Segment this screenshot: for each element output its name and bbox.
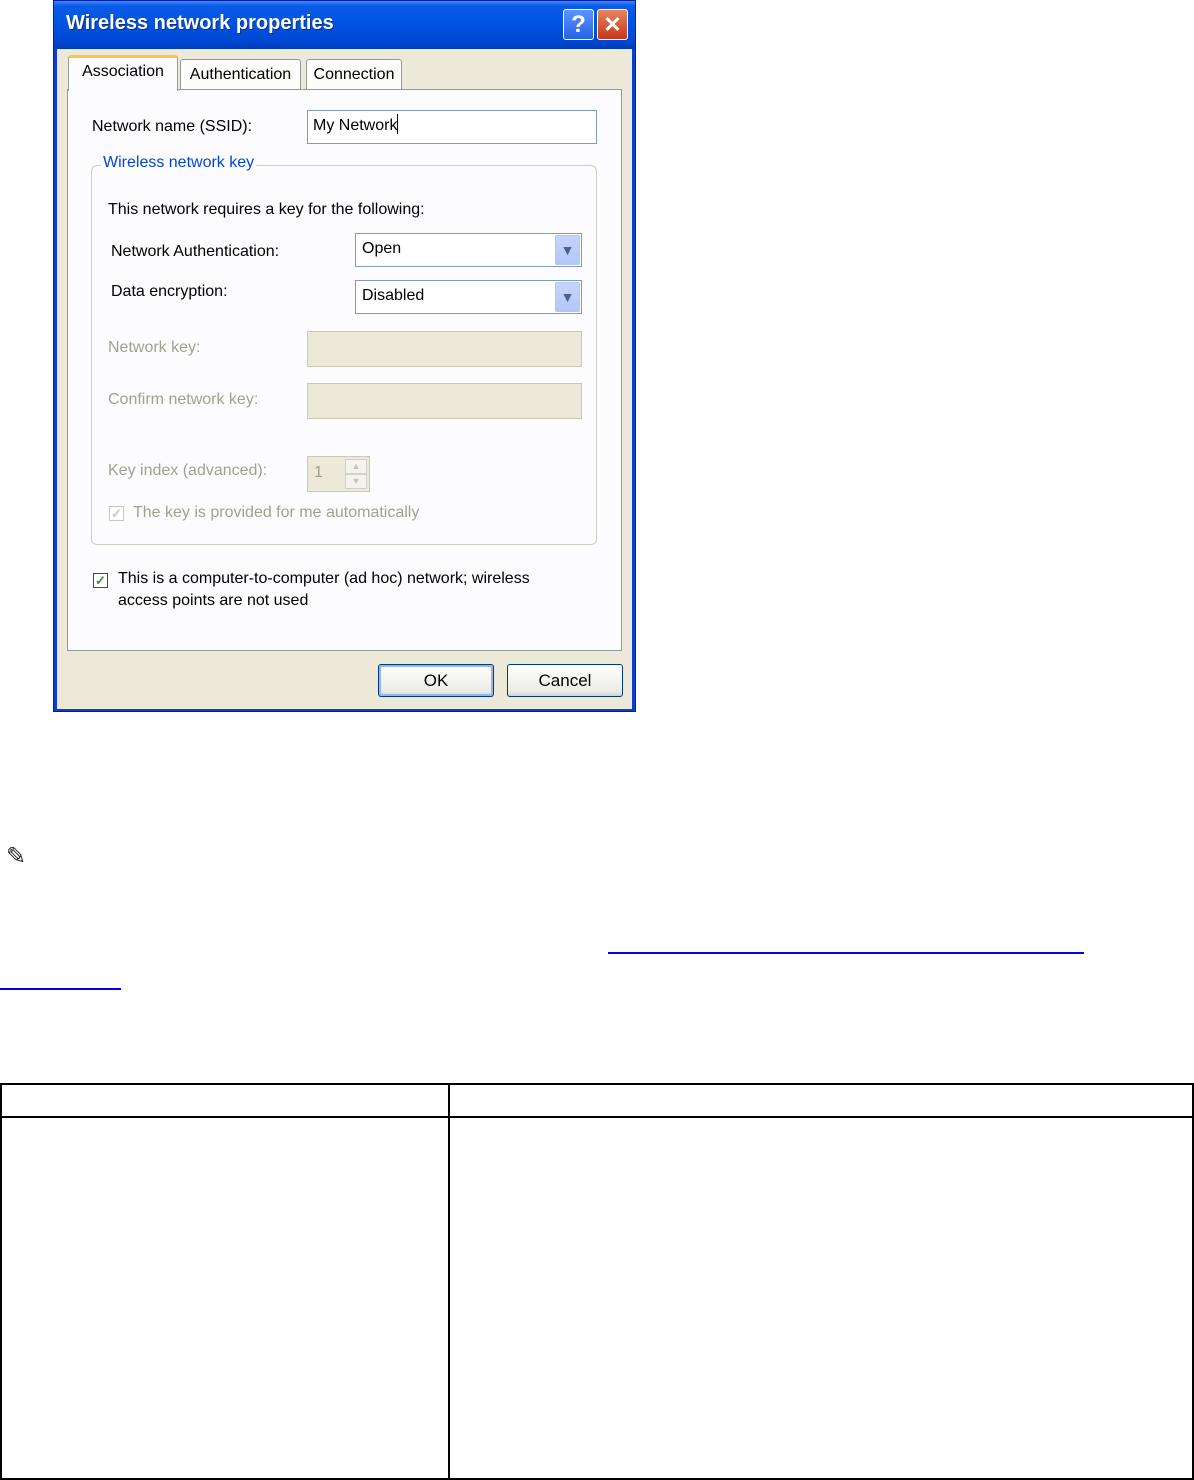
table-cell (0, 1116, 450, 1480)
key-index-label: Key index (advanced): (108, 462, 268, 479)
network-auth-value: Open (362, 240, 402, 257)
table-header-row (0, 1083, 1194, 1118)
data-encryption-value: Disabled (362, 287, 425, 304)
spin-down-icon[interactable]: ▼ (345, 474, 367, 489)
cancel-button[interactable]: Cancel (507, 664, 623, 697)
ok-button[interactable]: OK (378, 664, 494, 697)
association-panel: Network name (SSID): My Network Wireless… (67, 89, 622, 651)
table-header-cell (0, 1083, 450, 1118)
ssid-value: My Network (313, 117, 398, 134)
tab-authentication[interactable]: Authentication (180, 59, 301, 90)
network-key-label: Network key: (108, 339, 201, 356)
key-index-stepper[interactable]: 1 ▲ ▼ (307, 456, 370, 492)
adhoc-label-line2: access points are not used (118, 592, 309, 609)
tab-connection[interactable]: Connection (306, 59, 402, 90)
data-encryption-label: Data encryption: (111, 283, 228, 300)
pencil-note-icon: ✎ (6, 843, 27, 870)
adhoc-checkbox[interactable]: ✓ (93, 573, 108, 588)
chevron-down-icon[interactable]: ▼ (555, 235, 580, 265)
title-bar[interactable]: Wireless network properties ? ✕ (54, 1, 635, 49)
spin-up-icon[interactable]: ▲ (345, 459, 367, 474)
table-row (0, 1116, 1194, 1480)
dialog-client: Association Authentication Connection Ne… (57, 49, 632, 709)
auto-key-label: The key is provided for me automatically (133, 504, 420, 521)
tab-association[interactable]: Association (68, 55, 178, 91)
dialog-window: Wireless network properties ? ✕ Associat… (53, 0, 636, 712)
close-button[interactable]: ✕ (597, 9, 628, 40)
network-key-input[interactable] (307, 331, 582, 367)
table-cell (448, 1116, 1194, 1480)
confirm-key-label: Confirm network key: (108, 391, 259, 408)
adhoc-label-line1: This is a computer-to-computer (ad hoc) … (118, 570, 530, 587)
doc-table (0, 1083, 1194, 1480)
dialog-title: Wireless network properties (66, 12, 334, 34)
ssid-label: Network name (SSID): (92, 118, 253, 135)
key-requirements-text: This network requires a key for the foll… (108, 201, 425, 218)
text-caret (397, 114, 399, 134)
network-auth-select[interactable]: Open ▼ (355, 233, 582, 267)
table-header-cell (448, 1083, 1194, 1118)
chevron-down-icon[interactable]: ▼ (555, 282, 580, 312)
doc-link-underline-2[interactable] (0, 988, 121, 990)
doc-link-underline-1[interactable] (608, 952, 1084, 954)
wireless-key-legend: Wireless network key (101, 154, 257, 172)
help-button[interactable]: ? (563, 9, 594, 40)
auto-key-checkbox[interactable]: ✓ (109, 506, 124, 521)
key-index-value: 1 (314, 464, 323, 481)
data-encryption-select[interactable]: Disabled ▼ (355, 280, 582, 314)
confirm-key-input[interactable] (307, 383, 582, 419)
ssid-input[interactable]: My Network (307, 110, 597, 144)
network-auth-label: Network Authentication: (111, 243, 280, 260)
